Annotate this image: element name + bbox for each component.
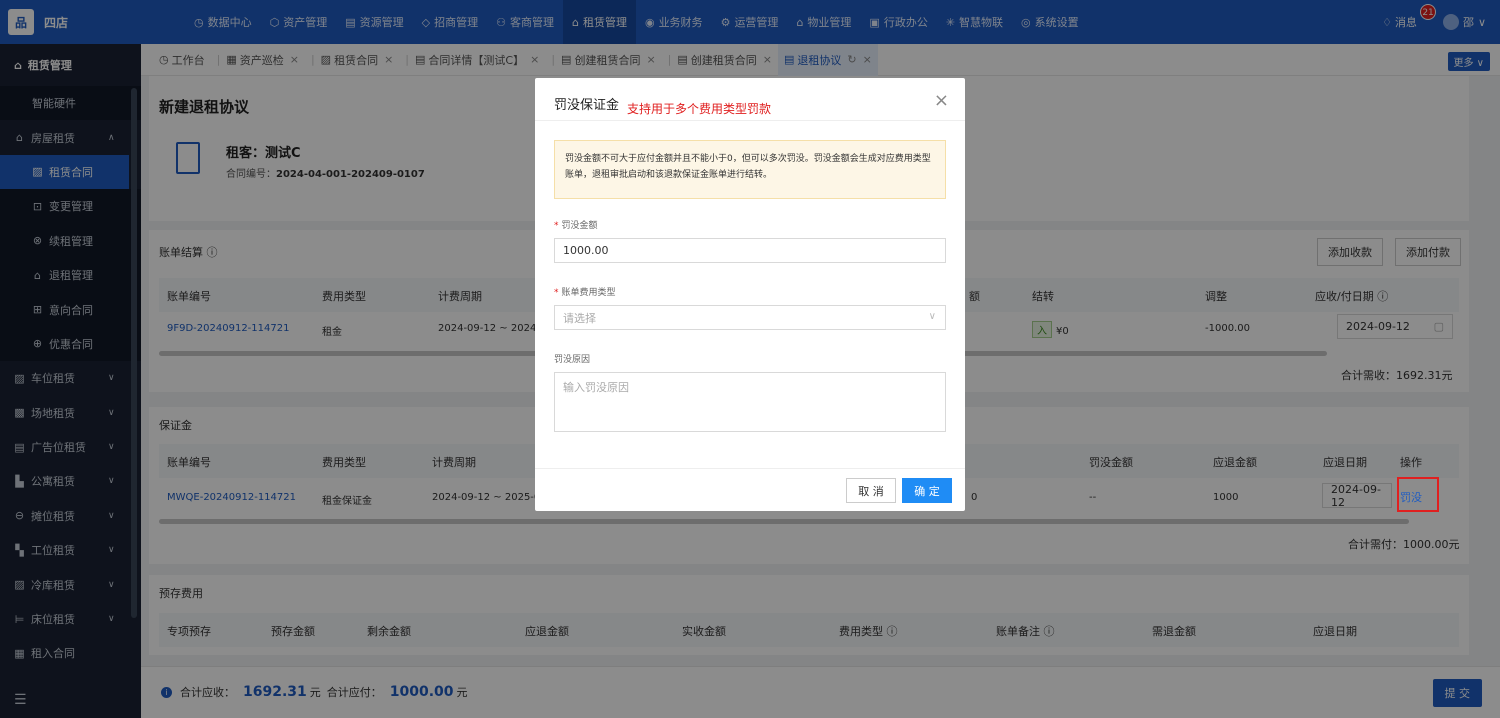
fee-type-select[interactable]: 请选择 ∨ [554, 305, 946, 330]
highlight-box [1397, 477, 1439, 512]
penalty-reason-textarea[interactable]: 输入罚没原因 [554, 372, 946, 432]
dialog-title: 罚没保证金 [554, 98, 620, 113]
warning-alert: 罚没金额不可大于应付金额并且不能小于0，但可以多次罚没。罚没金额会生成对应费用类… [554, 140, 946, 199]
close-icon[interactable]: × [934, 90, 949, 111]
dialog-note: 支持用于多个费用类型罚款 [627, 102, 772, 116]
cancel-button[interactable]: 取 消 [846, 478, 896, 503]
penalty-amount-input[interactable]: 1000.00 [554, 238, 946, 263]
divider [535, 468, 965, 469]
chevron-down-icon: ∨ [928, 311, 936, 322]
confirm-button[interactable]: 确 定 [902, 478, 952, 503]
divider [535, 120, 965, 121]
penalty-deposit-dialog: 罚没保证金 支持用于多个费用类型罚款 × 罚没金额不可大于应付金额并且不能小于0… [535, 78, 965, 511]
reason-label: 罚没原因 [554, 355, 591, 365]
amount-label: * 罚没金额 [554, 221, 598, 231]
fee-type-label: * 账单费用类型 [554, 288, 616, 298]
